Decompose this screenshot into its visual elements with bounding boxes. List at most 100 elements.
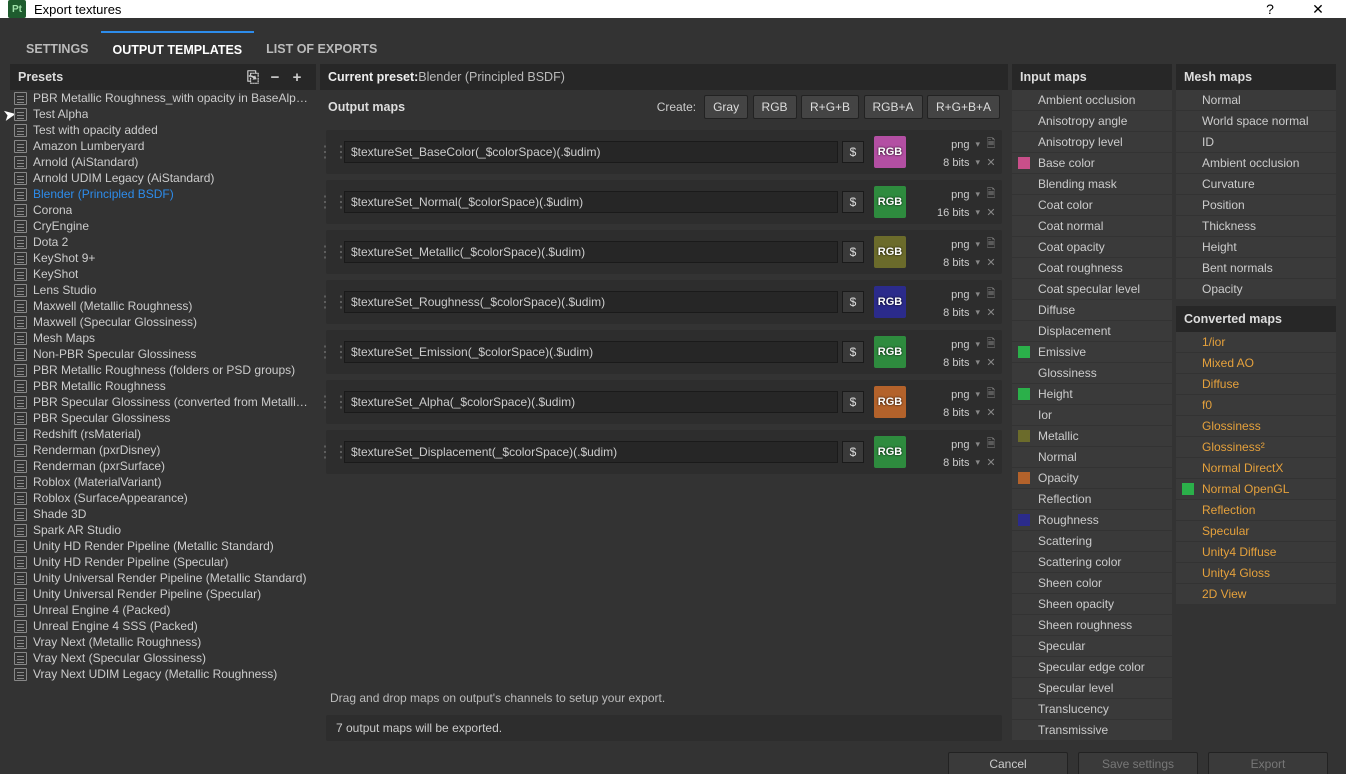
chevron-down-icon[interactable]: ▾: [975, 289, 980, 300]
preset-add-button[interactable]: +: [286, 66, 308, 88]
converted-map-item[interactable]: Unity4 Gloss: [1176, 563, 1336, 583]
preset-item[interactable]: Maxwell (Specular Glossiness): [10, 314, 316, 330]
options-icon[interactable]: 🗎: [984, 185, 998, 204]
input-map-item[interactable]: Diffuse: [1012, 300, 1172, 320]
channel-swatch[interactable]: RGB: [874, 286, 906, 318]
preset-item[interactable]: PBR Metallic Roughness_with opacity in B…: [10, 90, 316, 106]
mesh-map-item[interactable]: Ambient occlusion: [1176, 153, 1336, 173]
preset-item[interactable]: Shade 3D: [10, 506, 316, 522]
channel-swatch[interactable]: RGB: [874, 386, 906, 418]
preset-item[interactable]: Lens Studio: [10, 282, 316, 298]
preset-item[interactable]: Renderman (pxrDisney): [10, 442, 316, 458]
save-settings-button[interactable]: Save settings: [1078, 752, 1198, 774]
tab-settings[interactable]: SETTINGS: [14, 32, 101, 66]
converted-map-item[interactable]: Glossiness: [1176, 416, 1336, 436]
output-name-input[interactable]: [344, 441, 838, 463]
input-map-item[interactable]: Scattering: [1012, 531, 1172, 551]
input-map-item[interactable]: Specular level: [1012, 678, 1172, 698]
input-map-item[interactable]: Normal: [1012, 447, 1172, 467]
output-name-input[interactable]: [344, 191, 838, 213]
chevron-down-icon[interactable]: ▾: [975, 457, 980, 468]
preset-item[interactable]: Mesh Maps: [10, 330, 316, 346]
preset-item[interactable]: Blender (Principled BSDF): [10, 186, 316, 202]
close-button[interactable]: ✕: [1298, 1, 1338, 18]
mesh-map-item[interactable]: Curvature: [1176, 174, 1336, 194]
preset-item[interactable]: Renderman (pxrSurface): [10, 458, 316, 474]
input-map-item[interactable]: Coat color: [1012, 195, 1172, 215]
token-button[interactable]: $: [842, 191, 864, 213]
options-icon[interactable]: 🗎: [984, 385, 998, 404]
preset-item[interactable]: Vray Next (Metallic Roughness): [10, 634, 316, 650]
input-map-item[interactable]: Glossiness: [1012, 363, 1172, 383]
input-map-item[interactable]: Sheen color: [1012, 573, 1172, 593]
token-button[interactable]: $: [842, 141, 864, 163]
chevron-down-icon[interactable]: ▾: [975, 407, 980, 418]
token-button[interactable]: $: [842, 341, 864, 363]
chevron-down-icon[interactable]: ▾: [975, 239, 980, 250]
preset-item[interactable]: KeyShot: [10, 266, 316, 282]
input-map-item[interactable]: Transmissive: [1012, 720, 1172, 740]
drag-handle-icon[interactable]: ⋮⋮: [326, 430, 340, 474]
preset-item[interactable]: PBR Metallic Roughness: [10, 378, 316, 394]
input-map-item[interactable]: Roughness: [1012, 510, 1172, 530]
input-map-item[interactable]: Coat normal: [1012, 216, 1172, 236]
preset-item[interactable]: Roblox (SurfaceAppearance): [10, 490, 316, 506]
converted-map-item[interactable]: Normal OpenGL: [1176, 479, 1336, 499]
chevron-down-icon[interactable]: ▾: [975, 339, 980, 350]
token-button[interactable]: $: [842, 441, 864, 463]
preset-item[interactable]: Maxwell (Metallic Roughness): [10, 298, 316, 314]
preset-list[interactable]: PBR Metallic Roughness_with opacity in B…: [10, 90, 316, 741]
input-map-item[interactable]: Specular edge color: [1012, 657, 1172, 677]
chevron-down-icon[interactable]: ▾: [975, 157, 980, 168]
preset-item[interactable]: Vray Next (Specular Glossiness): [10, 650, 316, 666]
mesh-map-item[interactable]: ID: [1176, 132, 1336, 152]
preset-item[interactable]: KeyShot 9+: [10, 250, 316, 266]
input-map-item[interactable]: Coat roughness: [1012, 258, 1172, 278]
drag-handle-icon[interactable]: ⋮⋮: [326, 380, 340, 424]
create-r-g-b-a-button[interactable]: R+G+B+A: [927, 95, 1000, 119]
preset-item[interactable]: Arnold UDIM Legacy (AiStandard): [10, 170, 316, 186]
mesh-map-item[interactable]: World space normal: [1176, 111, 1336, 131]
drag-handle-icon[interactable]: ⋮⋮: [326, 180, 340, 224]
chevron-down-icon[interactable]: ▾: [975, 207, 980, 218]
preset-item[interactable]: Unity HD Render Pipeline (Specular): [10, 554, 316, 570]
preset-remove-button[interactable]: −: [264, 66, 286, 88]
channel-swatch[interactable]: RGB: [874, 336, 906, 368]
preset-item[interactable]: Unity Universal Render Pipeline (Specula…: [10, 586, 316, 602]
input-map-item[interactable]: Coat specular level: [1012, 279, 1172, 299]
input-map-item[interactable]: Anisotropy level: [1012, 132, 1172, 152]
input-map-item[interactable]: Emissive: [1012, 342, 1172, 362]
input-map-item[interactable]: Base color: [1012, 153, 1172, 173]
create-rgb-a-button[interactable]: RGB+A: [864, 95, 923, 119]
preset-item[interactable]: PBR Specular Glossiness (converted from …: [10, 394, 316, 410]
preset-item[interactable]: PBR Metallic Roughness (folders or PSD g…: [10, 362, 316, 378]
input-map-item[interactable]: Displacement: [1012, 321, 1172, 341]
create-r-g-b-button[interactable]: R+G+B: [801, 95, 859, 119]
output-name-input[interactable]: [344, 241, 838, 263]
preset-item[interactable]: Dota 2: [10, 234, 316, 250]
preset-item[interactable]: Unreal Engine 4 (Packed): [10, 602, 316, 618]
remove-output-icon[interactable]: ✕: [984, 456, 998, 469]
converted-map-item[interactable]: f0: [1176, 395, 1336, 415]
tab-output-templates[interactable]: OUTPUT TEMPLATES: [101, 31, 255, 67]
output-name-input[interactable]: [344, 291, 838, 313]
converted-map-item[interactable]: Glossiness²: [1176, 437, 1336, 457]
input-map-item[interactable]: Sheen roughness: [1012, 615, 1172, 635]
preset-item[interactable]: Arnold (AiStandard): [10, 154, 316, 170]
converted-map-item[interactable]: 1/ior: [1176, 332, 1336, 352]
input-map-item[interactable]: Opacity: [1012, 468, 1172, 488]
drag-handle-icon[interactable]: ⋮⋮: [326, 130, 340, 174]
chevron-down-icon[interactable]: ▾: [975, 439, 980, 450]
options-icon[interactable]: 🗎: [984, 235, 998, 254]
input-map-item[interactable]: Ambient occlusion: [1012, 90, 1172, 110]
drag-handle-icon[interactable]: ⋮⋮: [326, 330, 340, 374]
chevron-down-icon[interactable]: ▾: [975, 139, 980, 150]
tab-list-of-exports[interactable]: LIST OF EXPORTS: [254, 32, 389, 66]
chevron-down-icon[interactable]: ▾: [975, 257, 980, 268]
drag-handle-icon[interactable]: ⋮⋮: [326, 280, 340, 324]
create-rgb-button[interactable]: RGB: [753, 95, 797, 119]
input-map-item[interactable]: Ior: [1012, 405, 1172, 425]
remove-output-icon[interactable]: ✕: [984, 256, 998, 269]
channel-swatch[interactable]: RGB: [874, 436, 906, 468]
mesh-map-item[interactable]: Position: [1176, 195, 1336, 215]
